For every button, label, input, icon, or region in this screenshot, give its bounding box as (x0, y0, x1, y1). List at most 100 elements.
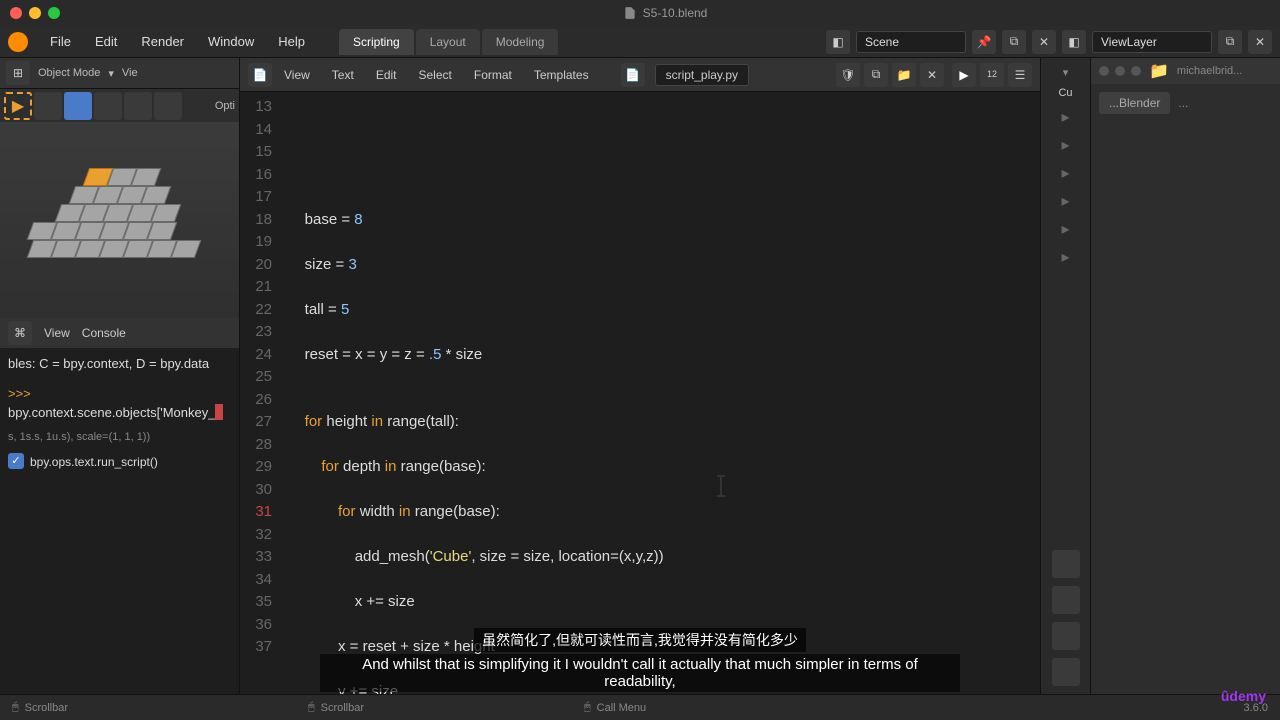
status-call-menu: 🖱 Call Menu (584, 701, 646, 714)
subtitle-english: And whilst that is simplifying it I woul… (320, 654, 960, 692)
secondary-tab-blender[interactable]: ...Blender (1099, 92, 1170, 114)
rotate-tool-icon[interactable] (94, 92, 122, 120)
tab-modeling[interactable]: Modeling (482, 29, 559, 55)
scene-name-input[interactable] (856, 31, 966, 53)
secondary-window-title: michaelbrid... (1177, 65, 1242, 77)
console-editor-type-icon[interactable]: ⌘ (8, 321, 32, 345)
cursor-tool-icon[interactable] (34, 92, 62, 120)
sidebar-toggle-icon[interactable]: ☰ (1008, 63, 1032, 87)
console-output-line-2: s, 1s.s, 1u.s), scale=(1, 1, 1)) (8, 429, 231, 446)
scale-tool-icon[interactable] (124, 92, 152, 120)
menu-window[interactable]: Window (198, 30, 264, 53)
minimize-window-button[interactable] (29, 7, 41, 19)
menu-edit[interactable]: Edit (85, 30, 127, 53)
viewport-view-menu[interactable]: Vie (122, 67, 138, 79)
viewport-header: ⊞ Object Mode ▾ Vie (0, 58, 239, 88)
scene-strip: ◧ 📌 ⧉ ✕ ◧ ⧉ ✕ (826, 30, 1272, 54)
viewport-tool-row: ▶ Opti (0, 88, 239, 122)
text-datablock-icon[interactable]: 📄 (621, 63, 645, 87)
more-icon[interactable]: ... (1178, 96, 1188, 110)
outliner-item-arrow-5[interactable]: ▸ (1061, 219, 1069, 239)
subtitle-chinese: 虽然简化了,但就可读性而言,我觉得并没有简化多少 (474, 628, 806, 652)
sw-close-icon[interactable] (1099, 66, 1109, 76)
console-console-menu[interactable]: Console (82, 326, 126, 340)
sw-min-icon[interactable] (1115, 66, 1125, 76)
object-mode-dropdown[interactable]: Object Mode (38, 67, 100, 79)
scene-browse-icon[interactable]: ◧ (826, 30, 850, 54)
viewport-canvas[interactable] (0, 122, 239, 318)
console-output-line: bles: C = bpy.context, D = bpy.data (8, 354, 231, 374)
add-viewlayer-icon[interactable]: ⧉ (1218, 30, 1242, 54)
delete-viewlayer-icon[interactable]: ✕ (1248, 30, 1272, 54)
pyramid-mesh-preview (30, 150, 210, 290)
outliner-arrow-icon[interactable]: ▾ (1063, 66, 1069, 79)
select-box-tool-icon[interactable]: ▶ (4, 92, 32, 120)
viewlayer-browse-icon[interactable]: ◧ (1062, 30, 1086, 54)
props-output-icon[interactable] (1052, 622, 1080, 650)
tab-layout[interactable]: Layout (416, 29, 480, 55)
viewlayer-name-input[interactable] (1092, 31, 1212, 53)
sw-max-icon[interactable] (1131, 66, 1141, 76)
console-body[interactable]: bles: C = bpy.context, D = bpy.data >>> … (0, 348, 239, 694)
outliner-item-arrow-4[interactable]: ▸ (1061, 191, 1069, 211)
props-scene-icon[interactable] (1052, 658, 1080, 686)
move-tool-icon[interactable] (64, 92, 92, 120)
close-window-button[interactable] (10, 7, 22, 19)
te-text-menu[interactable]: Text (322, 64, 364, 86)
console-view-menu[interactable]: View (44, 326, 70, 340)
menu-file[interactable]: File (40, 30, 81, 53)
mouse-icon: 🖱 (308, 701, 315, 714)
document-icon (623, 6, 637, 20)
code-area[interactable]: base = 8 size = 3 tall = 5 reset = x = y… (280, 92, 1040, 694)
outliner-item-arrow-1[interactable]: ▸ (1061, 107, 1069, 127)
maximize-window-button[interactable] (48, 7, 60, 19)
shield-icon[interactable]: 🛡 (836, 63, 860, 87)
secondary-window-header: 📁 michaelbrid... (1091, 58, 1280, 84)
line-nums-toggle[interactable]: 12 (980, 63, 1004, 87)
open-text-icon[interactable]: 📁 (892, 63, 916, 87)
props-render-icon[interactable] (1052, 550, 1080, 578)
outliner-item-arrow-6[interactable]: ▸ (1061, 247, 1069, 267)
console-panel: ⌘ View Console bles: C = bpy.context, D … (0, 318, 239, 694)
outliner-item-arrow-3[interactable]: ▸ (1061, 163, 1069, 183)
text-cursor-icon (712, 474, 732, 498)
console-run-script-label: bpy.ops.text.run_script() (30, 453, 158, 471)
menu-render[interactable]: Render (131, 30, 194, 53)
traffic-lights (10, 7, 60, 19)
outliner-cu-label: Cu (1058, 87, 1072, 99)
outliner-item-arrow-2[interactable]: ▸ (1061, 135, 1069, 155)
unlink-text-icon[interactable]: ✕ (920, 63, 944, 87)
te-templates-menu[interactable]: Templates (524, 64, 599, 86)
copy-scene-icon[interactable]: ⧉ (1002, 30, 1026, 54)
pin-icon[interactable]: 📌 (972, 30, 996, 54)
text-editor-type-icon[interactable]: 📄 (248, 63, 272, 87)
duplicate-text-icon[interactable]: ⧉ (864, 63, 888, 87)
tab-scripting[interactable]: Scripting (339, 29, 414, 55)
folder-icon: 📁 (1149, 61, 1169, 81)
viewport-options-label: Opti (215, 100, 235, 112)
editor-type-icon[interactable]: ⊞ (6, 61, 30, 85)
window-file-name: S5-10.blend (60, 6, 1270, 20)
menu-help[interactable]: Help (268, 30, 315, 53)
te-format-menu[interactable]: Format (464, 64, 522, 86)
left-column: ⊞ Object Mode ▾ Vie ▶ Opti (0, 58, 240, 694)
props-tool-icon[interactable] (1052, 586, 1080, 614)
text-editor-body[interactable]: 13141516 17181920 21222324 25262728 2930… (240, 92, 1040, 694)
script-name-field[interactable]: script_play.py (655, 64, 749, 86)
transform-tool-icon[interactable] (154, 92, 182, 120)
main-menu-bar: File Edit Render Window Help Scripting L… (0, 26, 1280, 58)
run-script-button[interactable]: ▶ (952, 63, 976, 87)
udemy-watermark: ûdemy (1221, 688, 1266, 704)
te-select-menu[interactable]: Select (409, 64, 462, 86)
te-edit-menu[interactable]: Edit (366, 64, 407, 86)
checkbox-icon[interactable]: ✓ (8, 453, 24, 469)
delete-scene-icon[interactable]: ✕ (1032, 30, 1056, 54)
mouse-icon: 🖱 (584, 701, 591, 714)
mac-title-bar: S5-10.blend (0, 0, 1280, 26)
status-scrollbar-2: 🖱 Scrollbar (308, 701, 364, 714)
mouse-icon: 🖱 (12, 701, 19, 714)
subtitle-overlay: 虽然简化了,但就可读性而言,我觉得并没有简化多少 And whilst that… (320, 628, 960, 692)
status-bar: 🖱 Scrollbar 🖱 Scrollbar 🖱 Call Menu 3.6.… (0, 694, 1280, 720)
te-view-menu[interactable]: View (274, 64, 320, 86)
blender-logo-icon[interactable] (8, 32, 28, 52)
